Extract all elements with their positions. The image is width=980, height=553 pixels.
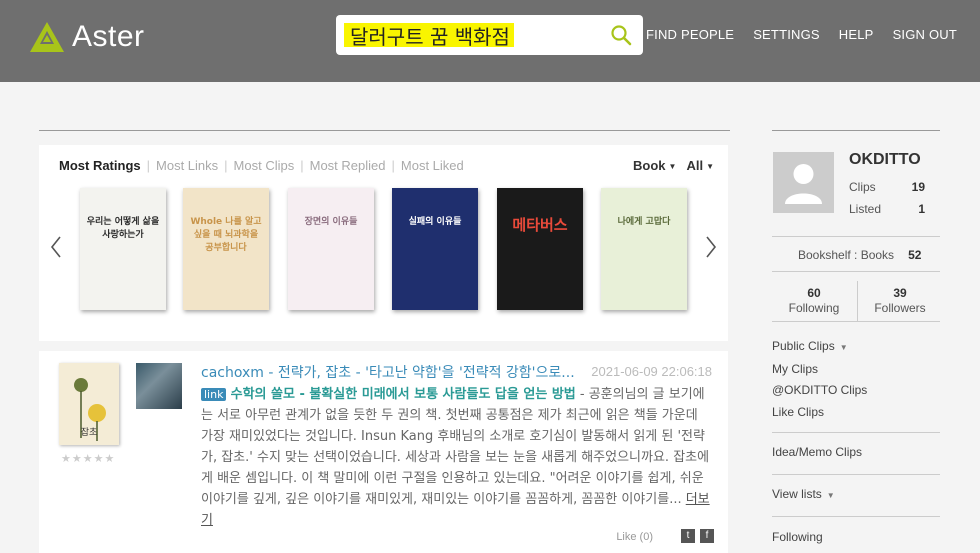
search-input[interactable] bbox=[344, 23, 514, 47]
clips-label: Clips bbox=[849, 180, 876, 194]
logo-text: Aster bbox=[72, 20, 145, 53]
bookshelf-label: Bookshelf : Books bbox=[798, 248, 895, 262]
search-box bbox=[336, 15, 643, 55]
clip-date: 2021-06-09 22:06:18 bbox=[591, 364, 712, 379]
caret-down-icon: ▼ bbox=[706, 162, 714, 172]
user-avatar[interactable] bbox=[136, 363, 182, 409]
clip-heading-link[interactable]: cachoxm - 전략가, 잡초 - '타고난 약함'을 '전략적 강함'으로… bbox=[201, 362, 575, 382]
aster-logo-icon bbox=[30, 22, 64, 52]
link-badge: link bbox=[201, 388, 227, 401]
tab-most-liked[interactable]: Most Liked bbox=[401, 158, 464, 173]
scope-filter-dropdown[interactable]: All ▼ bbox=[686, 158, 714, 173]
nav-sign-out[interactable]: SIGN OUT bbox=[893, 27, 957, 42]
book-cover[interactable]: 실패의 이유들 bbox=[392, 188, 478, 310]
type-filter-label: Book bbox=[633, 158, 666, 173]
menu-like-clips[interactable]: Like Clips bbox=[772, 402, 867, 424]
menu-my-clips[interactable]: My Clips bbox=[772, 359, 867, 381]
followers-stat[interactable]: 39 Followers bbox=[858, 286, 942, 316]
tab-most-links[interactable]: Most Links bbox=[156, 158, 218, 173]
book-cover[interactable]: Whole 나를 알고 싶을 때 뇌과학을 공부합니다 bbox=[183, 188, 269, 310]
divider bbox=[772, 321, 940, 322]
twitter-icon[interactable]: t bbox=[681, 529, 695, 543]
nav-find-people[interactable]: FIND PEOPLE bbox=[646, 27, 734, 42]
book-cover-title: 우리는 어떻게 삶을 사랑하는가 bbox=[86, 217, 160, 240]
listed-label: Listed bbox=[849, 202, 882, 216]
caret-down-icon: ▼ bbox=[839, 343, 848, 352]
carousel-next-arrow-icon[interactable] bbox=[704, 235, 718, 259]
tab-most-ratings[interactable]: Most Ratings bbox=[59, 158, 141, 173]
book-thumbnail-title: 잡초 bbox=[81, 426, 98, 438]
clip-feed-item: 잡초 ★★★★★ cachoxm - 전략가, 잡초 - '타고난 약함'을 '… bbox=[39, 351, 728, 553]
caret-down-icon: ▼ bbox=[668, 162, 677, 172]
book-cover-art: 잡초 bbox=[59, 363, 119, 445]
share-buttons: t f bbox=[681, 529, 714, 543]
tab-separator: | bbox=[391, 158, 395, 173]
logo[interactable]: Aster bbox=[30, 20, 145, 54]
menu-view-lists-label: View lists bbox=[772, 487, 822, 501]
menu-public-clips[interactable]: Public Clips ▼ bbox=[772, 336, 867, 359]
profile-avatar[interactable] bbox=[773, 152, 834, 213]
tab-most-replied[interactable]: Most Replied bbox=[310, 158, 386, 173]
following-label: Following bbox=[788, 301, 840, 315]
clips-count: 19 bbox=[911, 180, 925, 194]
following-stat[interactable]: 60 Following bbox=[772, 286, 856, 316]
profile-name[interactable]: OKDITTO bbox=[849, 151, 921, 169]
book-cover-title: 나에게 고맙다 bbox=[617, 217, 671, 227]
nav-help[interactable]: HELP bbox=[839, 27, 874, 42]
clips-stat[interactable]: Clips 19 bbox=[849, 180, 925, 194]
listed-count: 1 bbox=[918, 202, 925, 216]
clips-menu: Public Clips ▼ My Clips @OKDITTO Clips Li… bbox=[772, 336, 867, 423]
book-cover[interactable]: 장면의 이유들 bbox=[288, 188, 374, 310]
divider bbox=[772, 271, 940, 272]
book-cover[interactable]: 우리는 어떻게 삶을 사랑하는가 bbox=[80, 188, 166, 310]
listed-stat[interactable]: Listed 1 bbox=[849, 202, 925, 216]
bookshelf-count: 52 bbox=[908, 248, 922, 262]
ranking-tabs: Most Ratings | Most Links | Most Clips |… bbox=[59, 158, 464, 173]
top-nav: FIND PEOPLE SETTINGS HELP SIGN OUT bbox=[646, 27, 957, 42]
book-cover-title: Whole 나를 알고 싶을 때 뇌과학을 공부합니다 bbox=[190, 217, 262, 253]
tab-separator: | bbox=[300, 158, 304, 173]
book-thumbnail[interactable]: 잡초 bbox=[59, 363, 119, 445]
menu-following[interactable]: Following bbox=[772, 527, 823, 549]
filters: Book ▼ All ▼ bbox=[633, 158, 714, 173]
type-filter-dropdown[interactable]: Book ▼ bbox=[633, 158, 676, 173]
default-user-icon bbox=[785, 164, 822, 204]
top-bar: Aster FIND PEOPLE SETTINGS HELP SIGN OUT bbox=[0, 0, 980, 82]
carousel-prev-arrow-icon[interactable] bbox=[49, 235, 63, 259]
facebook-icon[interactable]: f bbox=[700, 529, 714, 543]
book-cover[interactable]: 메타버스 bbox=[497, 188, 583, 310]
search-icon[interactable] bbox=[609, 23, 633, 47]
divider bbox=[772, 432, 940, 433]
like-button[interactable]: Like (0) bbox=[616, 531, 653, 543]
books-carousel-panel: Most Ratings | Most Links | Most Clips |… bbox=[39, 145, 728, 341]
book-cover-title: 장면의 이유들 bbox=[304, 217, 358, 227]
clip-body: link 수학의 쓸모 - 불확실한 미래에서 보통 사람들도 답을 얻는 방법… bbox=[201, 384, 713, 531]
tab-separator: | bbox=[224, 158, 228, 173]
menu-mentions-clips[interactable]: @OKDITTO Clips bbox=[772, 380, 867, 402]
clip-title-link[interactable]: 수학의 쓸모 - 불확실한 미래에서 보통 사람들도 답을 얻는 방법 bbox=[231, 387, 576, 402]
bookshelf-stat[interactable]: Bookshelf : Books 52 bbox=[798, 248, 921, 262]
divider bbox=[39, 130, 730, 131]
followers-count: 39 bbox=[893, 286, 907, 300]
divider bbox=[772, 130, 940, 131]
clip-text: - 공훈의님의 글 보기에는 서로 아무런 관계가 없을 듯한 두 권의 책. … bbox=[201, 387, 710, 507]
menu-view-lists[interactable]: View lists ▼ bbox=[772, 484, 835, 507]
nav-settings[interactable]: SETTINGS bbox=[753, 27, 820, 42]
divider bbox=[772, 474, 940, 475]
menu-public-clips-label: Public Clips bbox=[772, 339, 835, 353]
divider bbox=[772, 236, 940, 237]
tab-most-clips[interactable]: Most Clips bbox=[234, 158, 295, 173]
menu-idea-memo-clips[interactable]: Idea/Memo Clips bbox=[772, 442, 862, 464]
tab-separator: | bbox=[146, 158, 151, 173]
rating-stars[interactable]: ★★★★★ bbox=[61, 452, 115, 465]
following-count: 60 bbox=[807, 286, 821, 300]
caret-down-icon: ▼ bbox=[826, 491, 835, 500]
scope-filter-label: All bbox=[686, 158, 704, 173]
book-cover-title: 실패의 이유들 bbox=[408, 217, 462, 227]
divider bbox=[772, 516, 940, 517]
followers-label: Followers bbox=[874, 301, 926, 315]
book-cover[interactable]: 나에게 고맙다 bbox=[601, 188, 687, 310]
book-cover-title: 메타버스 bbox=[512, 216, 568, 234]
